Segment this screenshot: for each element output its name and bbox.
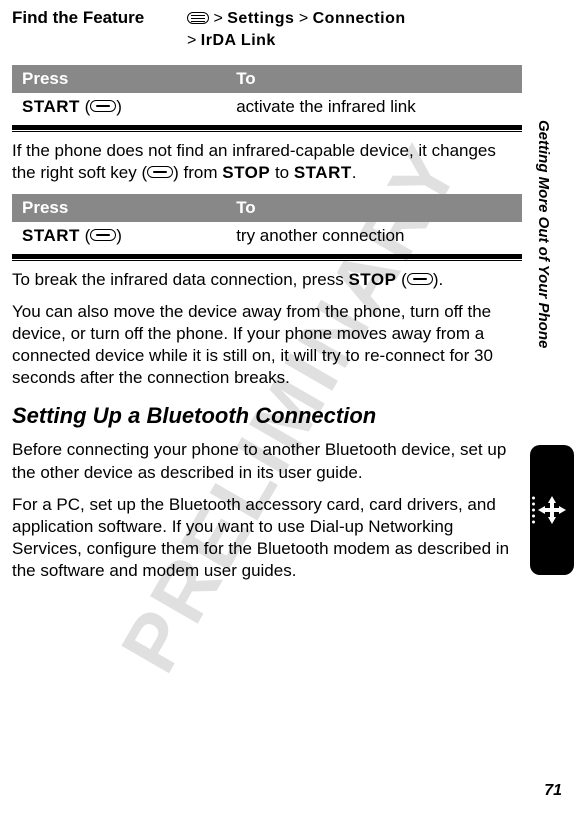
sep: > bbox=[187, 32, 196, 49]
para3: You can also move the device away from t… bbox=[12, 301, 522, 389]
section-heading: Setting Up a Bluetooth Connection bbox=[12, 403, 522, 429]
softkey-icon bbox=[90, 100, 116, 112]
table1: Press To START () activate the infrared … bbox=[12, 65, 522, 121]
table2: Press To START () try another connection bbox=[12, 194, 522, 250]
softkey-icon bbox=[147, 166, 173, 178]
table1-key-label: START bbox=[22, 97, 80, 116]
para1-text-c: to bbox=[270, 163, 294, 182]
para2-text-c: ). bbox=[433, 270, 443, 289]
para1-start: START bbox=[294, 163, 352, 182]
para5: For a PC, set up the Bluetooth accessory… bbox=[12, 494, 522, 582]
para2-text-b: ( bbox=[396, 270, 406, 289]
menu-icon bbox=[187, 12, 209, 24]
table1-wrap: Press To START () activate the infrared … bbox=[12, 65, 522, 130]
table2-rule bbox=[12, 254, 522, 259]
find-feature-label: Find the Feature bbox=[12, 8, 187, 28]
table2-key-label: START bbox=[22, 226, 80, 245]
sep: > bbox=[213, 10, 222, 27]
page-number: 71 bbox=[544, 782, 562, 800]
path-irda: IrDA Link bbox=[201, 32, 276, 49]
table1-header-press: Press bbox=[12, 65, 226, 93]
sep: > bbox=[299, 10, 308, 27]
table2-cell-action: try another connection bbox=[226, 222, 522, 250]
para1-text-b: ) from bbox=[173, 163, 222, 182]
softkey-icon bbox=[90, 229, 116, 241]
table1-rule bbox=[12, 125, 522, 130]
para1-stop: STOP bbox=[222, 163, 270, 182]
find-feature-row: Find the Feature > Settings > Connection… bbox=[12, 8, 522, 53]
para2: To break the infrared data connection, p… bbox=[12, 269, 522, 291]
table2-header-to: To bbox=[226, 194, 522, 222]
table1-header-to: To bbox=[226, 65, 522, 93]
path-settings: Settings bbox=[227, 10, 294, 27]
table2-cell-key: START () bbox=[12, 222, 226, 250]
table2-wrap: Press To START () try another connection bbox=[12, 194, 522, 259]
table2-header-press: Press bbox=[12, 194, 226, 222]
para1-text-d: . bbox=[352, 163, 357, 182]
page-content: Find the Feature > Settings > Connection… bbox=[0, 0, 582, 582]
para1: If the phone does not find an infrared-c… bbox=[12, 140, 522, 184]
para2-stop: STOP bbox=[348, 270, 396, 289]
table1-cell-key: START () bbox=[12, 93, 226, 121]
para2-text-a: To break the infrared data connection, p… bbox=[12, 270, 348, 289]
find-feature-path: > Settings > Connection > IrDA Link bbox=[187, 8, 406, 53]
path-connection: Connection bbox=[313, 10, 406, 27]
softkey-icon bbox=[407, 273, 433, 285]
para4: Before connecting your phone to another … bbox=[12, 439, 522, 483]
table1-cell-action: activate the infrared link bbox=[226, 93, 522, 121]
